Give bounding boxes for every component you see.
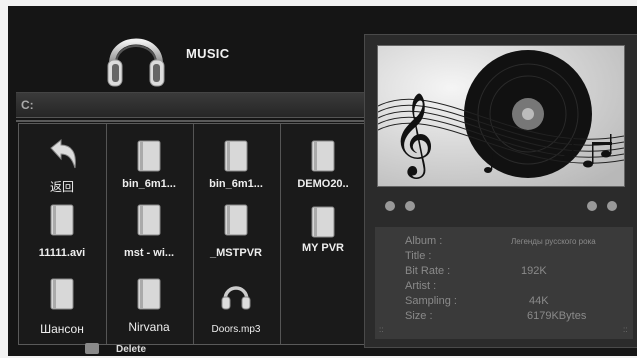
file-name: Doors.mp3 bbox=[211, 324, 261, 335]
file-item[interactable]: Doors.mp3 bbox=[193, 276, 279, 346]
indicator-dot bbox=[405, 201, 415, 211]
file-name: DEMO20.. bbox=[297, 178, 349, 190]
size-value: 6179KBytes bbox=[527, 310, 587, 322]
file-icon bbox=[311, 140, 335, 172]
bitrate-label: Bit Rate : bbox=[405, 265, 451, 277]
file-item[interactable]: mst - wi... bbox=[106, 202, 192, 272]
album-value: Легенды русского рока bbox=[511, 237, 596, 246]
indicator-dot bbox=[385, 201, 395, 211]
file-item[interactable]: DEMO20.. bbox=[280, 132, 366, 202]
file-item[interactable]: MY PVR bbox=[280, 202, 366, 272]
headphones-icon bbox=[107, 38, 165, 87]
file-name: Шансон bbox=[40, 322, 84, 336]
file-item[interactable]: _MSTPVR bbox=[193, 202, 279, 272]
file-icon bbox=[50, 204, 74, 236]
delete-key-indicator[interactable] bbox=[85, 343, 99, 354]
back-arrow-icon bbox=[50, 138, 76, 169]
bitrate-value: 192K bbox=[521, 265, 547, 277]
file-icon bbox=[224, 204, 248, 236]
file-item-back[interactable]: 返回 bbox=[19, 132, 105, 202]
file-item[interactable]: Nirvana bbox=[106, 276, 192, 346]
headphones-icon bbox=[221, 286, 251, 310]
file-item[interactable]: bin_6m1... bbox=[193, 132, 279, 202]
file-name: MY PVR bbox=[302, 242, 344, 254]
title-label: Title : bbox=[405, 250, 432, 262]
file-item[interactable]: bin_6m1... bbox=[106, 132, 192, 202]
indicator-dot bbox=[587, 201, 597, 211]
file-name: _MSTPVR bbox=[210, 247, 262, 259]
file-icon bbox=[311, 206, 335, 238]
file-icon bbox=[137, 140, 161, 172]
file-item[interactable]: 11111.avi bbox=[19, 202, 105, 272]
corner-mark: :: bbox=[379, 325, 384, 334]
file-item[interactable]: Шансон bbox=[19, 276, 105, 346]
path-label: C: bbox=[21, 98, 34, 112]
album-art: 𝄞 bbox=[377, 45, 625, 187]
file-icon bbox=[224, 140, 248, 172]
page-title: MUSIC bbox=[186, 46, 230, 61]
artist-label: Artist : bbox=[405, 280, 437, 292]
file-icon bbox=[50, 278, 74, 310]
file-grid: 返回 bin_6m1... bin_6m1... DEMO20.. 11111.… bbox=[18, 123, 368, 345]
album-label: Album : bbox=[405, 235, 443, 247]
sampling-label: Sampling : bbox=[405, 295, 457, 307]
divider bbox=[16, 120, 364, 122]
media-player-screen: MUSIC C: 返回 bin_6m1... bin_6m1... DEMO20… bbox=[8, 6, 637, 356]
track-info: Album : Легенды русского рока Title : Bi… bbox=[375, 227, 633, 339]
svg-text:𝄞: 𝄞 bbox=[392, 91, 435, 179]
file-name: bin_6m1... bbox=[122, 178, 176, 190]
file-icon bbox=[137, 204, 161, 236]
path-bar: C: bbox=[16, 92, 364, 118]
file-name: 返回 bbox=[49, 180, 74, 194]
file-name: bin_6m1... bbox=[209, 178, 263, 190]
delete-label: Delete bbox=[116, 344, 147, 355]
file-name: 11111.avi bbox=[38, 247, 86, 259]
corner-mark: :: bbox=[623, 325, 628, 334]
file-icon bbox=[137, 278, 161, 310]
preview-panel: 𝄞 Album : Легенды русского рока Title : … bbox=[364, 34, 637, 348]
indicator-dot bbox=[607, 201, 617, 211]
file-name: mst - wi... bbox=[123, 247, 175, 259]
file-name: Nirvana bbox=[128, 320, 170, 334]
sampling-value: 44K bbox=[529, 295, 549, 307]
size-label: Size : bbox=[405, 310, 433, 322]
